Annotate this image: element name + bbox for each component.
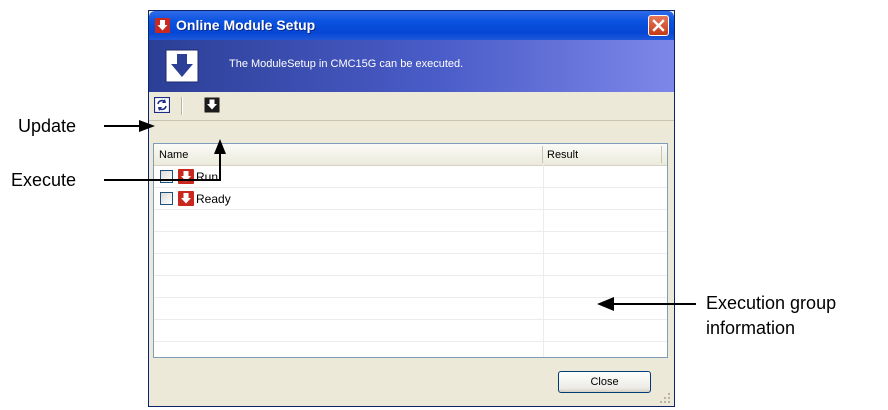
group-arrowhead bbox=[597, 297, 614, 311]
update-arrowhead bbox=[139, 120, 155, 132]
execute-arrowhead bbox=[214, 139, 226, 154]
callout-arrows bbox=[104, 120, 696, 311]
